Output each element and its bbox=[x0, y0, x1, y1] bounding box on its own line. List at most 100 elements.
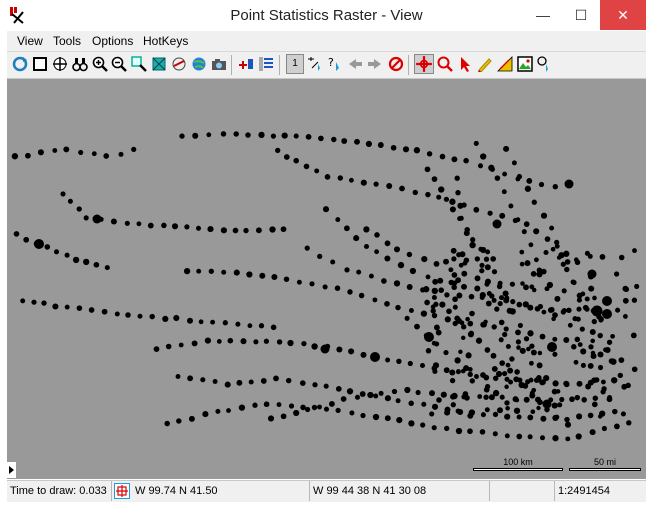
lasso-icon[interactable] bbox=[537, 56, 553, 72]
map-point bbox=[76, 305, 83, 311]
minimize-button[interactable]: — bbox=[524, 0, 562, 30]
map-canvas[interactable]: 100 km 50 mi bbox=[7, 79, 646, 479]
image-icon[interactable] bbox=[517, 56, 533, 72]
no-select-icon[interactable] bbox=[388, 56, 404, 72]
map-point bbox=[514, 369, 520, 375]
map-point bbox=[391, 388, 398, 395]
scroll-arrow[interactable] bbox=[7, 462, 16, 478]
add-layer-icon[interactable] bbox=[238, 56, 254, 72]
map-point bbox=[363, 243, 370, 250]
map-point bbox=[457, 202, 464, 209]
map-point bbox=[222, 320, 228, 326]
query-icon[interactable]: ? bbox=[327, 56, 343, 72]
map-point bbox=[492, 411, 499, 418]
map-point bbox=[618, 357, 625, 363]
map-point bbox=[598, 317, 604, 323]
map-point bbox=[395, 304, 401, 311]
map-point bbox=[64, 304, 70, 310]
map-point bbox=[618, 254, 625, 261]
menu-view[interactable]: View bbox=[17, 34, 43, 48]
map-point bbox=[551, 316, 556, 322]
zoom-layer-icon[interactable] bbox=[151, 56, 167, 72]
map-point bbox=[233, 269, 240, 276]
map-point bbox=[591, 401, 598, 408]
map-point bbox=[430, 308, 436, 314]
map-point bbox=[324, 174, 331, 180]
map-point bbox=[103, 153, 110, 159]
map-point bbox=[498, 337, 504, 343]
snapshot-icon[interactable] bbox=[211, 56, 227, 72]
map-point bbox=[397, 261, 405, 269]
menu-bar: View Tools Options HotKeys bbox=[7, 31, 646, 52]
map-point bbox=[171, 223, 179, 230]
pen-icon[interactable] bbox=[477, 56, 493, 72]
map-point bbox=[147, 222, 154, 229]
map-point bbox=[576, 306, 582, 312]
map-point bbox=[491, 297, 497, 303]
map-point bbox=[267, 415, 275, 422]
previous-icon[interactable] bbox=[347, 56, 363, 72]
menu-hotkeys[interactable]: HotKeys bbox=[143, 34, 188, 48]
map-point bbox=[408, 420, 415, 427]
measure-icon[interactable] bbox=[497, 56, 513, 72]
map-point bbox=[485, 249, 491, 255]
menu-options[interactable]: Options bbox=[92, 34, 133, 48]
pan-icon[interactable] bbox=[52, 56, 68, 72]
single-select-button[interactable]: 1 bbox=[286, 54, 304, 74]
map-point bbox=[323, 406, 330, 412]
locate-button[interactable] bbox=[114, 483, 130, 499]
map-point bbox=[11, 153, 19, 160]
full-view-icon[interactable] bbox=[32, 56, 48, 72]
map-point bbox=[78, 149, 84, 155]
map-point bbox=[64, 252, 70, 258]
zoom-in-icon[interactable] bbox=[92, 56, 108, 72]
map-point bbox=[52, 148, 58, 153]
map-point bbox=[523, 336, 530, 342]
map-point bbox=[527, 304, 534, 311]
close-button[interactable]: ✕ bbox=[600, 0, 646, 30]
map-point bbox=[305, 406, 311, 413]
map-point bbox=[524, 185, 532, 192]
map-point bbox=[227, 337, 234, 344]
layer-manager-icon[interactable] bbox=[258, 56, 274, 72]
map-point bbox=[474, 374, 479, 379]
map-point bbox=[533, 257, 539, 263]
map-point bbox=[559, 396, 565, 403]
map-point bbox=[374, 232, 380, 238]
next-icon[interactable] bbox=[367, 56, 383, 72]
redraw-icon[interactable] bbox=[12, 56, 28, 72]
map-point bbox=[585, 383, 592, 390]
map-point bbox=[577, 342, 583, 348]
map-scale-icon[interactable] bbox=[171, 56, 187, 72]
map-point bbox=[591, 318, 597, 325]
map-point bbox=[503, 326, 509, 332]
map-point bbox=[248, 379, 254, 385]
map-point bbox=[435, 329, 442, 336]
move-tool-button[interactable] bbox=[414, 54, 434, 74]
map-point bbox=[354, 394, 361, 400]
maximize-button[interactable]: ☐ bbox=[562, 0, 600, 30]
map-point bbox=[438, 287, 444, 293]
map-point bbox=[354, 138, 360, 145]
map-point bbox=[463, 157, 469, 164]
map-point bbox=[517, 322, 523, 328]
map-point bbox=[564, 421, 572, 428]
georef-icon[interactable] bbox=[191, 56, 207, 72]
zoom-select-icon[interactable] bbox=[437, 56, 453, 72]
map-point bbox=[582, 304, 589, 311]
map-point bbox=[455, 427, 463, 435]
map-point bbox=[463, 230, 470, 237]
zoom-out-icon[interactable] bbox=[111, 56, 127, 72]
map-point bbox=[407, 360, 413, 367]
map-point bbox=[468, 293, 475, 300]
map-point bbox=[474, 275, 481, 282]
multi-select-icon[interactable] bbox=[307, 56, 323, 72]
map-point bbox=[384, 301, 390, 307]
map-point bbox=[353, 235, 360, 242]
pointer-icon[interactable] bbox=[457, 56, 473, 72]
binoculars-icon[interactable] bbox=[72, 56, 88, 72]
zoom-box-icon[interactable] bbox=[131, 56, 147, 72]
map-point bbox=[458, 215, 464, 221]
menu-tools[interactable]: Tools bbox=[53, 34, 81, 48]
map-point bbox=[494, 175, 501, 181]
